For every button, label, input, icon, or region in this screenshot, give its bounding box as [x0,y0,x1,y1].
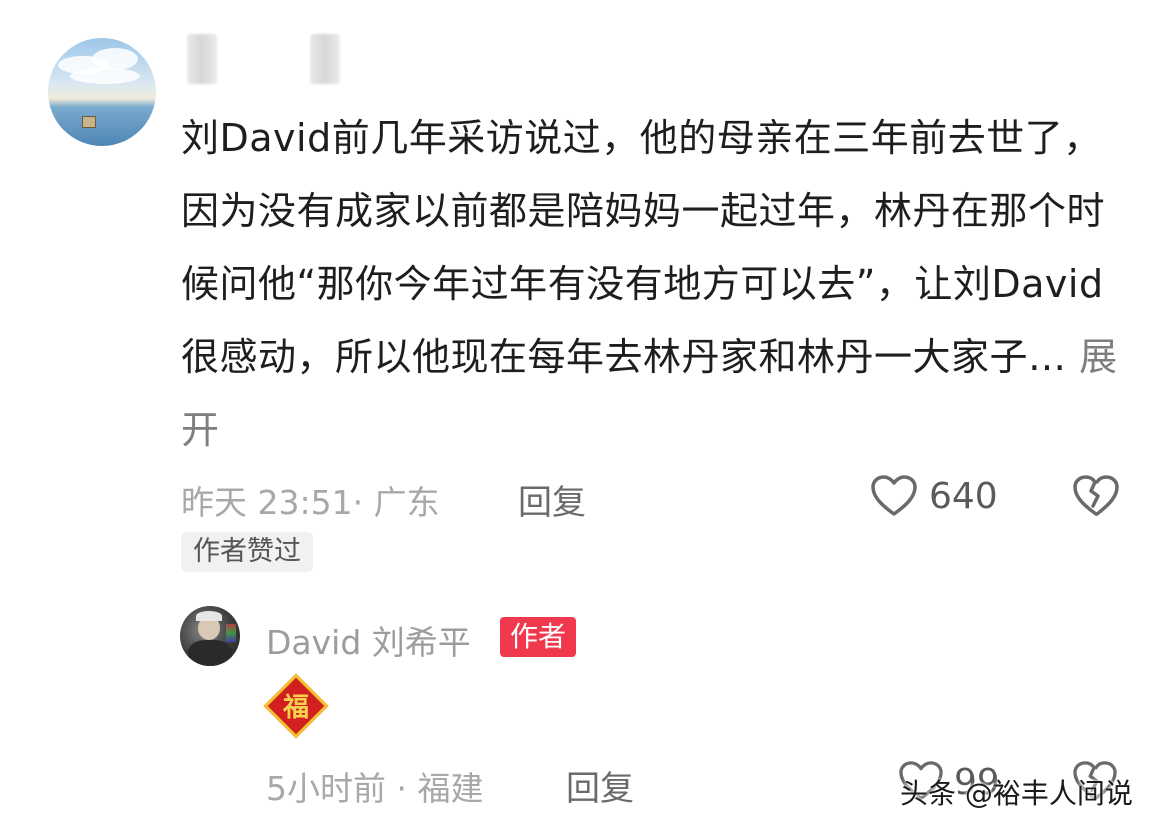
commenter-name-redacted[interactable] [310,34,340,84]
heart-outline-icon[interactable] [870,474,918,518]
commenter-name-redacted[interactable] [187,34,217,84]
reply-author-avatar[interactable] [180,606,240,666]
comment-timestamp: 昨天 23:51· 广东 [181,483,440,522]
reply-author-name[interactable]: David 刘希平 [266,616,471,664]
broken-heart-icon[interactable] [1072,474,1120,518]
comment-text: 刘David前几年采访说过，他的母亲在三年前去世了，因为没有成家以前都是陪妈妈一… [181,116,1106,379]
commenter-avatar[interactable] [48,38,156,146]
reply-timestamp: 5小时前 · 福建 [266,769,484,808]
like-count: 640 [929,476,998,517]
author-badge: 作者 [500,617,577,657]
reply-button[interactable]: 回复 [518,475,586,524]
fu-character: 福 [282,693,309,723]
author-liked-badge: 作者赞过 [181,532,313,572]
reply-to-reply-button[interactable]: 回复 [566,761,634,810]
comment-body: 刘David前几年采访说过，他的母亲在三年前去世了，因为没有成家以前都是陪妈妈一… [181,102,1131,467]
watermark: 头条 @裕丰人间说 [900,777,1133,810]
